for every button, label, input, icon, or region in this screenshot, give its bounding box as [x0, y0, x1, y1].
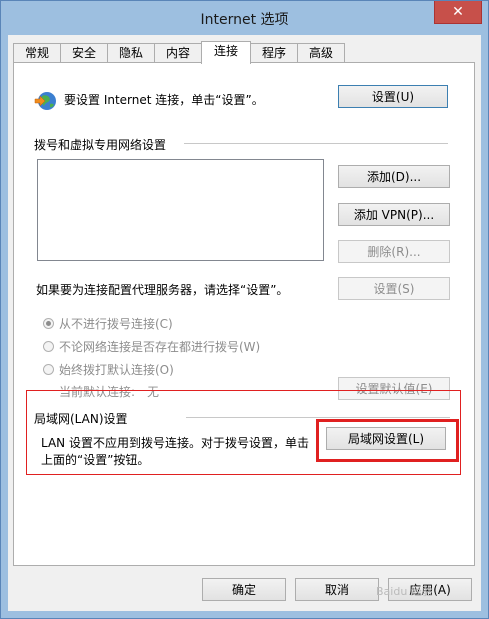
radio-dial-whenever[interactable]	[43, 341, 54, 352]
tab-connections[interactable]: 连接	[201, 41, 251, 64]
connections-list[interactable]	[37, 159, 324, 261]
lan-settings-button[interactable]: 局域网设置(L)	[326, 427, 446, 450]
tab-programs[interactable]: 程序	[250, 43, 298, 63]
window-title: Internet 选项	[200, 12, 289, 28]
radio-always-dial-label: 始终拨打默认连接(O)	[59, 363, 174, 377]
tab-advanced[interactable]: 高级	[297, 43, 345, 63]
setup-instructions: 要设置 Internet 连接，单击“设置”。	[64, 93, 264, 107]
setup-button[interactable]: 设置(U)	[338, 85, 448, 108]
dialog-client-area: 常规 安全 隐私 内容 连接 程序 高级 要设置 Internet 连接，单击“…	[8, 35, 481, 611]
watermark: Baidu 经验	[376, 585, 433, 598]
section-divider	[184, 143, 448, 144]
radio-dial-whenever-label: 不论网络连接是否存在都进行拨号(W)	[59, 340, 261, 354]
close-button[interactable]: ✕	[434, 1, 482, 24]
internet-options-window: Internet 选项 ✕ 常规 安全 隐私 内容 连接 程序 高级 要设置 I…	[0, 0, 489, 619]
ok-button[interactable]: 确定	[202, 578, 286, 601]
tab-general[interactable]: 常规	[13, 43, 61, 63]
title-bar[interactable]: Internet 选项 ✕	[1, 1, 488, 35]
tab-security[interactable]: 安全	[60, 43, 108, 63]
cancel-button[interactable]: 取消	[295, 578, 379, 601]
connections-panel: 要设置 Internet 连接，单击“设置”。 设置(U) 拨号和虚拟专用网络设…	[13, 62, 475, 566]
tab-privacy[interactable]: 隐私	[107, 43, 155, 63]
add-button[interactable]: 添加(D)...	[338, 165, 450, 188]
internet-globe-icon	[34, 92, 56, 110]
lan-heading: 局域网(LAN)设置	[34, 412, 128, 426]
lan-divider	[186, 417, 450, 418]
lan-description-line1: LAN 设置不应用到拨号连接。对于拨号设置，单击	[41, 436, 309, 450]
radio-never-dial[interactable]	[43, 318, 54, 329]
add-vpn-button[interactable]: 添加 VPN(P)...	[338, 203, 450, 226]
radio-always-dial[interactable]	[43, 364, 54, 375]
proxy-instructions: 如果要为连接配置代理服务器，请选择“设置”。	[36, 283, 289, 297]
dialup-settings-button[interactable]: 设置(S)	[338, 277, 450, 300]
remove-button[interactable]: 删除(R)...	[338, 240, 450, 263]
lan-description-line2: 上面的“设置”按钮。	[41, 453, 150, 467]
radio-never-dial-label: 从不进行拨号连接(C)	[59, 317, 173, 331]
dialup-vpn-heading: 拨号和虚拟专用网络设置	[34, 138, 167, 152]
tab-content[interactable]: 内容	[154, 43, 202, 63]
